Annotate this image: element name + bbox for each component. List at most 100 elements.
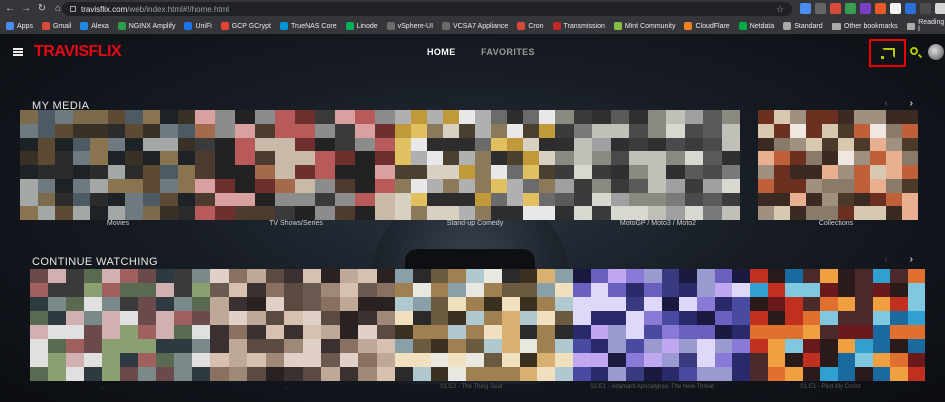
thumbnail-pixel [643, 339, 662, 353]
bookmark-item[interactable]: CloudFlare [684, 22, 730, 30]
extension-icon[interactable] [890, 3, 901, 14]
extension-icon[interactable] [800, 3, 811, 14]
avatar[interactable] [928, 44, 944, 60]
puzzle-icon[interactable] [935, 3, 945, 14]
library-label[interactable]: Stand-up Comedy [430, 220, 520, 227]
bookmark-item[interactable]: TrueNAS Core [279, 22, 337, 30]
extension-icon[interactable] [920, 3, 931, 14]
bookmark-item[interactable]: Netdata [738, 22, 774, 30]
thumbnail-pixel [37, 192, 55, 207]
bookmark-item[interactable]: VCSA7 Appliance [442, 22, 508, 30]
thumbnail-pixel [302, 353, 321, 367]
tab-favorites[interactable]: FAVORITES [481, 47, 535, 57]
thumbnail-pixel [483, 311, 502, 325]
scroll-left-icon[interactable]: ‹ [884, 254, 887, 265]
thumbnail-pixel [507, 123, 523, 138]
resume-card[interactable] [210, 269, 395, 381]
forward-icon[interactable]: → [20, 2, 32, 16]
thumbnail-pixel [661, 339, 680, 353]
library-card-collections[interactable] [758, 110, 918, 220]
thumbnail-pixel [430, 367, 449, 381]
bookmark-item[interactable]: NGINX Amplify [117, 22, 175, 30]
library-card-tv-shows[interactable] [195, 110, 395, 220]
bookmark-item[interactable]: Apps [6, 22, 33, 30]
thumbnail-pixel [459, 151, 475, 165]
bookmark-item[interactable]: Gmail [41, 22, 71, 30]
thumbnail-pixel [395, 283, 413, 297]
thumbnail-pixel [491, 206, 507, 220]
bookmark-item[interactable]: Linode [345, 22, 378, 30]
thumbnail-pixel [20, 137, 38, 152]
thumbnail-pixel [774, 137, 790, 152]
bookmark-item[interactable]: Cron [517, 22, 544, 30]
alexa-icon [80, 22, 89, 30]
resume-card[interactable] [750, 269, 925, 381]
thumbnail-pixel [335, 151, 355, 165]
thumbnail-pixel [90, 206, 108, 220]
bookmark-item[interactable]: UniFi [184, 22, 212, 30]
library-label[interactable]: MotoGP / Moto3 / Moto2 [598, 220, 718, 227]
thumbnail-pixel [785, 325, 803, 339]
extension-icon[interactable] [815, 3, 826, 14]
library-card-motogp[interactable] [555, 110, 740, 220]
thumbnail-pixel [448, 297, 467, 311]
thumbnail-pixel [125, 165, 143, 179]
thumbnail-pixel [395, 367, 413, 381]
thumbnail-pixel [459, 165, 475, 179]
resume-card[interactable] [395, 269, 573, 381]
thumbnail-pixel [907, 367, 925, 381]
thumbnail-pixel [235, 110, 255, 124]
thumbnail-pixel [235, 165, 255, 179]
extension-icon[interactable] [860, 3, 871, 14]
thumbnail-pixel [537, 283, 556, 297]
thumbnail-pixel [820, 297, 838, 311]
thumbnail-pixel [684, 137, 703, 152]
thumbnail-pixel [412, 269, 431, 283]
thumbnail-pixel [411, 165, 427, 179]
back-icon[interactable]: ← [4, 2, 16, 16]
bookmark-item[interactable]: vSphere-UI [386, 22, 433, 30]
thumbnail-pixel [539, 178, 555, 193]
thumbnail-pixel [902, 123, 918, 138]
reading-list[interactable]: Reading l [907, 18, 945, 34]
thumbnail-pixel [120, 353, 138, 367]
library-card-stand-up[interactable] [395, 110, 555, 220]
thumbnail-pixel [156, 311, 174, 325]
extension-icon[interactable] [830, 3, 841, 14]
scroll-right-icon[interactable]: › [910, 98, 913, 109]
hamburger-menu-icon[interactable] [13, 48, 23, 56]
resume-card[interactable] [573, 269, 750, 381]
reload-icon[interactable]: ↻ [36, 2, 48, 16]
library-label[interactable]: Movies [90, 220, 146, 227]
scroll-left-icon[interactable]: ‹ [884, 98, 887, 109]
thumbnail-pixel [107, 206, 125, 220]
bookmark-item[interactable]: Mint Community [613, 22, 675, 30]
extension-icon[interactable] [845, 3, 856, 14]
resume-card[interactable] [30, 269, 210, 381]
other-bookmarks[interactable]: Other bookmarks [832, 18, 898, 34]
tab-home[interactable]: HOME [427, 47, 456, 57]
thumbnail-pixel [355, 178, 375, 193]
thumbnail-pixel [523, 151, 539, 165]
bookmark-item[interactable]: Standard [783, 22, 823, 30]
search-icon[interactable] [910, 47, 918, 55]
library-label[interactable]: Collections [808, 220, 864, 227]
thumbnail-pixel [235, 192, 255, 207]
thumbnail-pixel [195, 165, 215, 179]
library-label[interactable]: TV Shows/Series [250, 220, 342, 227]
bookmark-star-icon[interactable]: ☆ [776, 2, 784, 16]
thumbnail-pixel [48, 269, 66, 283]
address-bar[interactable]: travisflix.com /web/index.html#!/home.ht… [62, 2, 792, 16]
bookmark-item[interactable]: GCP GCrypt [220, 22, 271, 30]
app-logo[interactable]: TRAVISFLIX [34, 43, 122, 61]
bookmark-item[interactable]: Transmission [552, 22, 605, 30]
thumbnail-pixel [192, 339, 210, 353]
bookmark-item[interactable]: Alexa [80, 22, 109, 30]
thumbnail-pixel [854, 151, 870, 165]
thumbnail-pixel [854, 123, 870, 138]
scroll-right-icon[interactable]: › [910, 254, 913, 265]
extension-icon[interactable] [875, 3, 886, 14]
library-card-movies[interactable] [20, 110, 195, 220]
extension-icon[interactable] [905, 3, 916, 14]
thumbnail-pixel [758, 165, 774, 179]
